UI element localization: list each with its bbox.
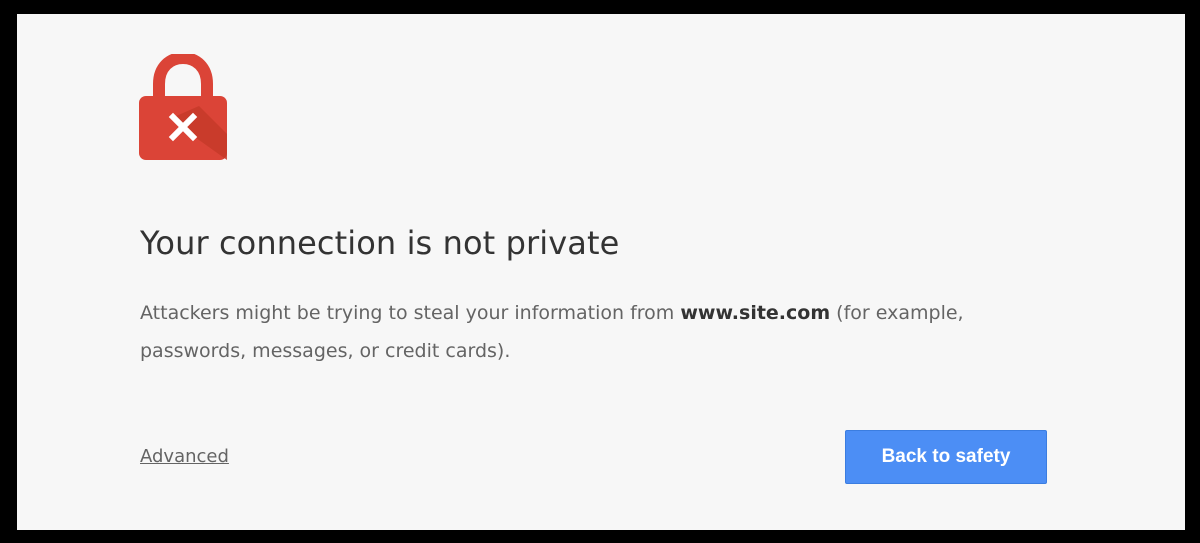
warning-message: Attackers might be trying to steal your … [140, 294, 1040, 370]
lock-error-icon [139, 51, 227, 162]
advanced-link[interactable]: Advanced [140, 446, 229, 467]
interstitial-page: Your connection is not private Attackers… [17, 14, 1185, 530]
page-title: Your connection is not private [140, 224, 620, 262]
message-prefix: Attackers might be trying to steal your … [140, 302, 681, 324]
back-to-safety-button[interactable]: Back to safety [845, 430, 1047, 484]
site-host: www.site.com [680, 302, 831, 324]
